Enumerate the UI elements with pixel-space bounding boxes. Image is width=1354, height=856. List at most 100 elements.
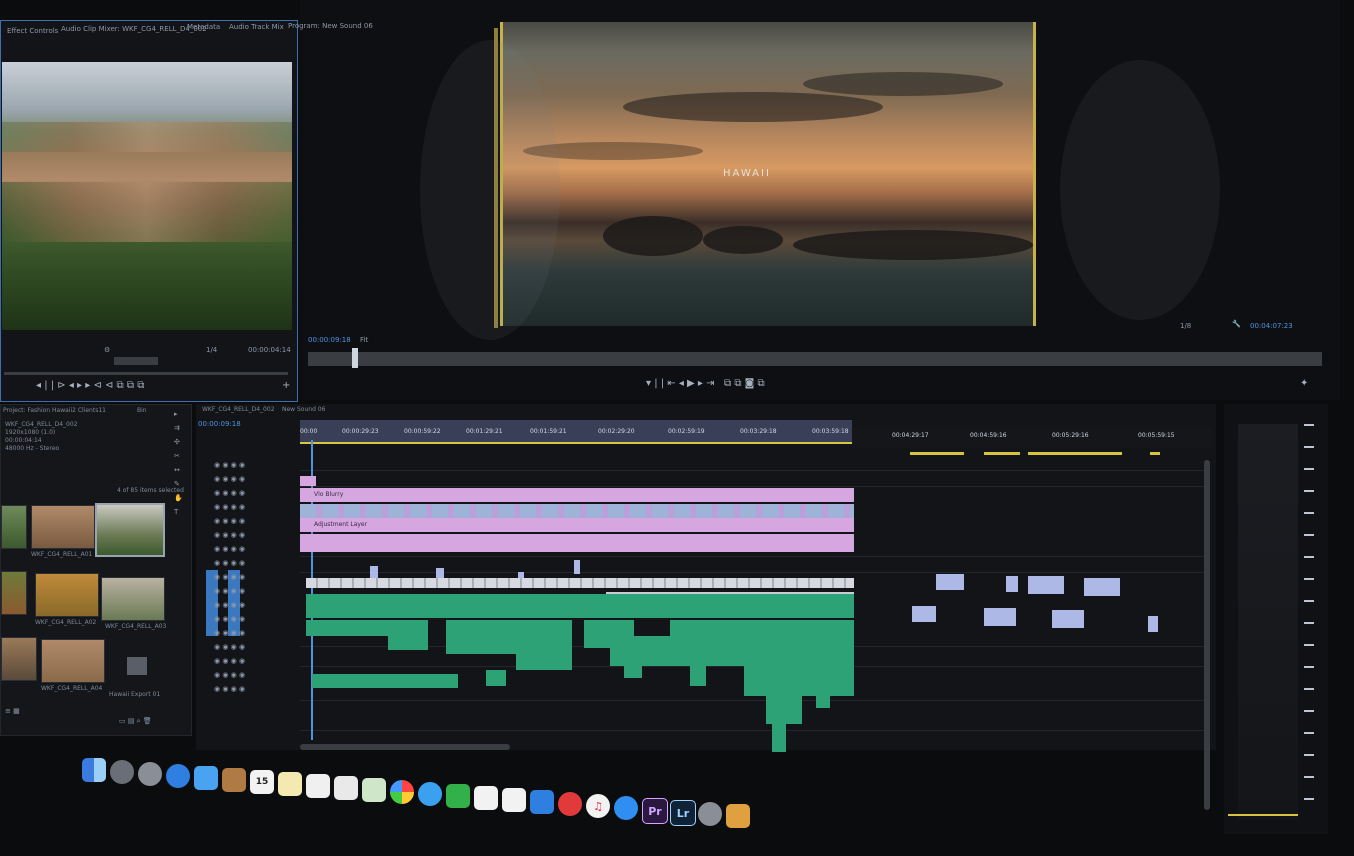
clip-audio[interactable] (690, 666, 706, 686)
clip-video[interactable] (936, 574, 964, 590)
clip-video[interactable] (300, 534, 854, 552)
tab-metadata[interactable]: Metadata (187, 23, 220, 31)
tab-sequence-1[interactable]: WKF_CG4_RELL_D4_002 (202, 406, 275, 413)
type-tool-icon[interactable]: T (174, 508, 178, 516)
tab-audio-track-mix[interactable]: Audio Track Mix (229, 23, 284, 31)
source-add-button-icon[interactable]: + (282, 380, 290, 391)
clip-audio[interactable] (486, 670, 506, 686)
clip-video[interactable] (1006, 576, 1018, 592)
timeline-ruler-extended[interactable]: 00:04:29:17 00:04:59:16 00:05:29:16 00:0… (852, 428, 1212, 448)
clip-video-track[interactable] (306, 578, 854, 588)
reminders-icon[interactable] (306, 774, 330, 798)
clip-video[interactable] (300, 476, 316, 486)
ripple-edit-icon[interactable]: ✣ (174, 438, 180, 446)
news-icon[interactable] (558, 792, 582, 816)
clip-video-frames[interactable] (300, 504, 854, 518)
clip-video[interactable] (1084, 578, 1120, 596)
timeline-ruler[interactable]: 00:00 00:00:29:23 00:00:59:22 00:01:29:2… (300, 420, 852, 444)
maps-icon[interactable] (334, 776, 358, 800)
track-header-icons[interactable]: ◉ ◉ ◉ ◉ ◉ ◉ ◉ ◉ ◉ ◉ ◉ ◉ ◉ ◉ ◉ ◉ ◉ ◉ ◉ ◉ ◉ ◉ ◉… (214, 458, 274, 696)
clip-audio[interactable] (516, 620, 572, 670)
tab-effect-controls[interactable]: Effect Controls (7, 27, 58, 35)
clip-audio[interactable] (610, 636, 670, 666)
lightroom-icon[interactable]: Lr (670, 800, 696, 826)
messages-icon[interactable] (418, 782, 442, 806)
contacts-icon[interactable] (222, 768, 246, 792)
clip-video[interactable]: Vlo Blurry (300, 488, 854, 502)
program-button-editor-icon[interactable]: ✦ (1300, 378, 1308, 389)
list-view-icon[interactable]: ≡ ▦ (5, 707, 20, 715)
clip-video[interactable] (1028, 576, 1064, 594)
safari-icon[interactable] (166, 764, 190, 788)
settings-icon[interactable] (698, 802, 722, 826)
hand-tool-icon[interactable]: ✋ (174, 494, 183, 502)
tab-audio-clip-mixer[interactable]: Audio Clip Mixer: WKF_CG4_RELL_D4_002 (61, 25, 207, 33)
tab-bin[interactable]: Bin (137, 407, 147, 414)
timeline-vertical-scrollbar[interactable] (1204, 460, 1210, 810)
clip-video[interactable] (912, 606, 936, 622)
itunes-icon[interactable]: ♫ (586, 794, 610, 818)
program-quality[interactable]: 1/8 (1180, 322, 1191, 330)
clip-audio[interactable] (306, 594, 854, 618)
source-settings-icon[interactable]: ⚙ (104, 346, 110, 354)
clip-thumbnail[interactable] (35, 573, 99, 617)
clip-audio[interactable] (624, 664, 642, 678)
program-wrench-icon[interactable]: 🔧 (1232, 320, 1241, 328)
clip-video[interactable] (1148, 616, 1158, 632)
appstore-icon[interactable] (614, 796, 638, 820)
program-transport-controls[interactable]: ▾ | | ⇤ ◂ ▶ ▸ ⇥ ⧉ ⧉ ◙ ⧉ (646, 378, 765, 389)
tab-sequence-2[interactable]: New Sound 06 (282, 406, 325, 413)
calendar-icon[interactable]: 15 (250, 770, 274, 794)
rocket-icon[interactable] (138, 762, 162, 786)
clip-audio[interactable] (312, 674, 458, 688)
numbers-icon[interactable] (502, 788, 526, 812)
clip-video[interactable] (1052, 610, 1084, 628)
notes-icon[interactable] (278, 772, 302, 796)
clip-thumbnail[interactable] (31, 505, 95, 549)
photos-icon[interactable] (362, 778, 386, 802)
clip-audio[interactable] (446, 620, 516, 654)
keynote-icon[interactable] (530, 790, 554, 814)
clip-thumbnail[interactable] (41, 639, 105, 683)
clip-audio[interactable] (388, 620, 428, 650)
clip-audio[interactable] (744, 666, 854, 696)
finder-icon[interactable] (82, 758, 106, 782)
clip-marker[interactable] (370, 566, 378, 578)
razor-tool-icon[interactable]: ✂ (174, 452, 180, 460)
pages-icon[interactable] (474, 786, 498, 810)
premiere-icon[interactable]: Pr (642, 798, 668, 824)
mail-icon[interactable] (194, 766, 218, 790)
clip-marker[interactable] (574, 560, 580, 574)
program-playhead[interactable] (352, 348, 358, 368)
clip-thumbnail[interactable] (1, 571, 27, 615)
source-zoom-bar[interactable] (114, 357, 158, 365)
clip-thumbnail-selected[interactable] (95, 503, 165, 557)
source-scrubber[interactable] (4, 372, 288, 375)
clip-video[interactable] (984, 608, 1016, 626)
track-select-icon[interactable]: ⇉ (174, 424, 180, 432)
slip-tool-icon[interactable]: ↔ (174, 466, 180, 474)
clip-thumbnail[interactable] (101, 577, 165, 621)
clip-audio[interactable] (816, 692, 830, 708)
launchpad-icon[interactable] (110, 760, 134, 784)
source-transport-controls[interactable]: ◂ | | ⊳ ◂ ▸ ▸ ⊲ ⊲ ⧉ ⧉ ⧉ (36, 380, 144, 391)
facetime-icon[interactable] (446, 784, 470, 808)
clip-thumbnail[interactable] (1, 637, 37, 681)
clip-audio[interactable] (670, 620, 854, 666)
clip-audio[interactable] (766, 696, 802, 724)
clip-marker[interactable] (436, 568, 444, 578)
clip-adjustment-layer[interactable]: Adjustment Layer (300, 518, 854, 532)
program-scrubber[interactable] (308, 348, 1322, 368)
tab-project[interactable]: Project: Fashion Hawaii2 Clients11 (3, 407, 106, 414)
sequence-icon[interactable] (127, 657, 147, 675)
project-footer-icons[interactable]: ▭ ▤ ⌕ 🗑 (119, 717, 152, 726)
source-fit[interactable]: 1/4 (206, 346, 217, 354)
work-area-bar[interactable] (300, 442, 852, 444)
photo-app-icon[interactable] (726, 804, 750, 828)
program-fit[interactable]: Fit (360, 336, 368, 344)
program-tab[interactable]: Program: New Sound 06 (288, 22, 373, 30)
clip-thumbnail[interactable] (1, 505, 27, 549)
pen-tool-icon[interactable]: ✎ (174, 480, 180, 488)
selection-tool-icon[interactable]: ▸ (174, 410, 178, 418)
photos-wheel-icon[interactable] (390, 780, 414, 804)
